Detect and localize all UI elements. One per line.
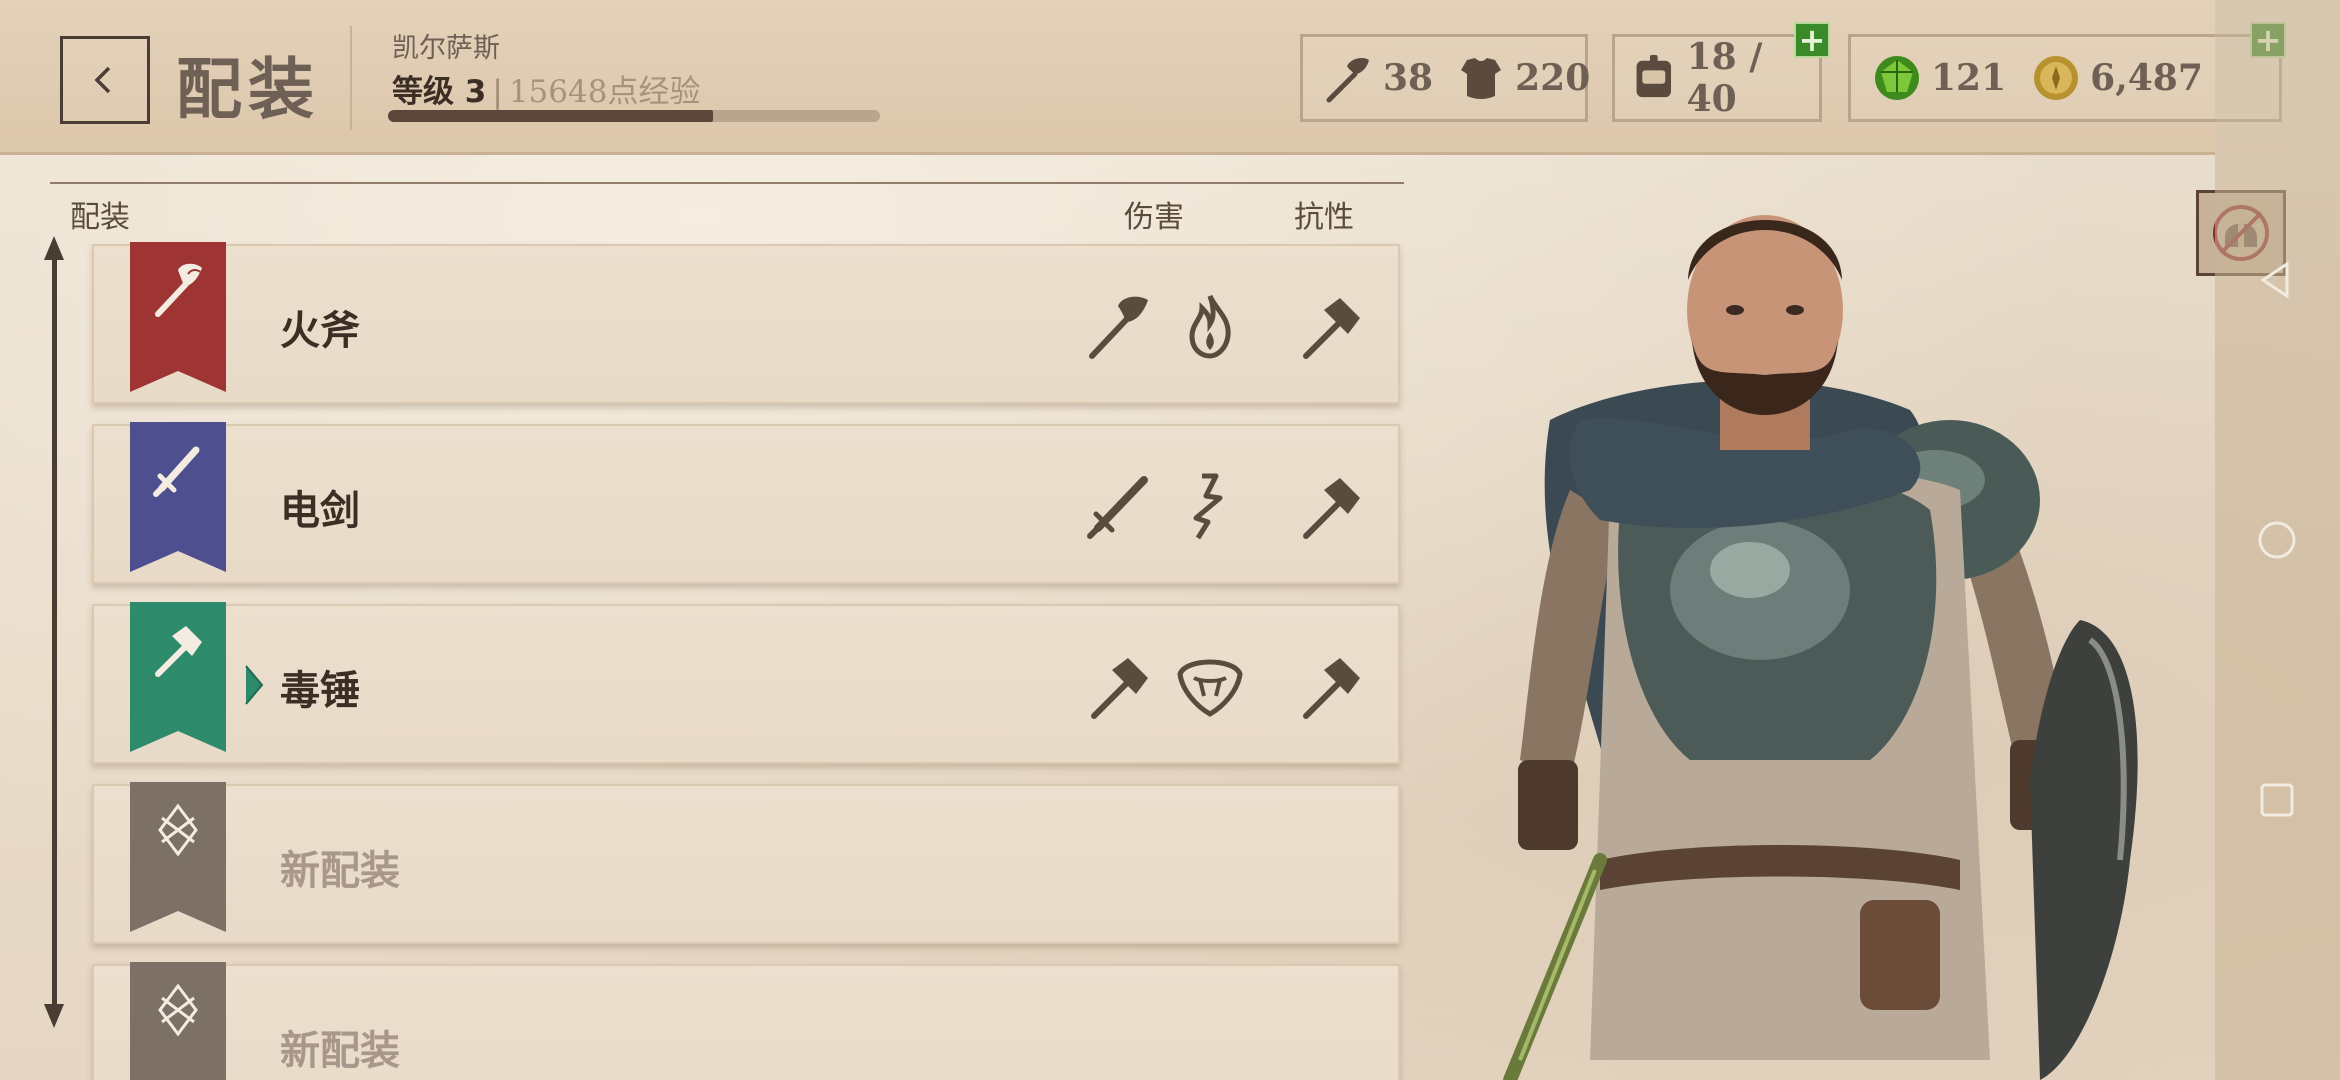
poison-icon: [1177, 659, 1243, 717]
xp-progress-fill: [388, 110, 713, 122]
loadout-name: 毒锤: [280, 668, 360, 714]
empty-slot-icon: [158, 803, 198, 857]
level-separator: |: [492, 74, 503, 110]
gold-coin-icon: [2034, 56, 2079, 100]
hammer-icon: [1091, 658, 1148, 719]
column-header-damage: 伤害: [1124, 200, 1184, 235]
armor-count-value: 220: [1515, 57, 1591, 99]
gems-count: 121: [1869, 50, 2006, 106]
back-button[interactable]: [60, 36, 150, 124]
scroll-down-arrow[interactable]: [44, 1004, 64, 1028]
hammer-icon: [155, 626, 202, 677]
lightning-icon: [1193, 473, 1223, 540]
gem-icon: [1875, 56, 1919, 100]
column-header-loadout: 配装: [70, 200, 130, 235]
hammer-icon: [1303, 298, 1360, 359]
loadout-banner: [130, 422, 226, 572]
backpack-icon: [1636, 55, 1672, 98]
loadout-name: 新配装: [280, 848, 400, 894]
axe-icon: [155, 263, 202, 317]
loadout-banner: [130, 962, 226, 1080]
inventory-capacity: 18 / 40: [1627, 36, 1819, 120]
loadout-row-lightning-sword[interactable]: 电剑: [92, 422, 1400, 584]
loadout-banner: [130, 782, 226, 932]
selected-marker-icon: [245, 665, 264, 705]
xp-progress-bar: [388, 110, 880, 122]
loadout-row-fire-axe[interactable]: 火斧: [92, 242, 1400, 404]
gold-count: 6,487: [2028, 50, 2203, 106]
weapons-armor-count-box[interactable]: 38 220: [1300, 34, 1590, 122]
header-bar: 配装 凯尔萨斯 等级 3 | 15648点经验 38 220 18 / 40 +…: [0, 0, 2286, 155]
nav-home-button[interactable]: [2237, 500, 2317, 580]
gold-count-value: 6,487: [2090, 57, 2203, 99]
gems-count-value: 121: [1931, 57, 2007, 99]
armor-count: 220: [1453, 50, 1590, 106]
square-recents-icon: [2260, 783, 2294, 817]
weapons-count: 38: [1321, 50, 1433, 106]
xp-text: 15648点经验: [508, 74, 701, 110]
level-line: 等级 3 | 15648点经验: [392, 66, 700, 111]
hammer-icon: [1303, 478, 1360, 539]
loadout-row-new-2[interactable]: 新配装: [92, 962, 1400, 1080]
loadout-name: 新配装: [280, 1028, 400, 1074]
page-title: 配装: [176, 51, 320, 128]
character-name: 凯尔萨斯: [392, 33, 500, 64]
loadout-banner: [130, 242, 226, 392]
axe-icon: [1089, 296, 1148, 359]
sword-icon: [1087, 476, 1148, 539]
column-header-resist: 抗性: [1294, 200, 1354, 235]
inventory-add-button[interactable]: +: [1794, 22, 1830, 58]
armor-icon: [1461, 58, 1502, 99]
weapons-count-value: 38: [1383, 57, 1434, 99]
system-navigation-bar: [2215, 0, 2340, 1080]
nav-recents-button[interactable]: [2237, 760, 2317, 840]
nav-back-button[interactable]: [2237, 240, 2317, 320]
loadout-name: 火斧: [280, 308, 360, 354]
loadout-banner: [130, 602, 226, 752]
empty-slot-icon: [158, 983, 198, 1037]
hammer-icon: [1303, 658, 1360, 719]
chevron-left-icon: [94, 66, 111, 94]
level-text: 等级 3: [392, 74, 487, 110]
axe-icon: [1326, 58, 1369, 103]
title-divider: [350, 26, 352, 130]
character-model[interactable]: [1430, 160, 2220, 1080]
loadout-row-poison-hammer[interactable]: 毒锤: [92, 602, 1400, 764]
triangle-back-icon: [2260, 261, 2289, 299]
loadout-row-new-1[interactable]: 新配装: [92, 782, 1400, 944]
loadout-name: 电剑: [280, 488, 360, 534]
list-scrollbar[interactable]: [52, 250, 57, 1015]
fire-icon: [1189, 294, 1231, 359]
inventory-capacity-box[interactable]: 18 / 40: [1612, 34, 1822, 122]
sword-icon: [153, 446, 200, 497]
list-top-divider: [50, 182, 1404, 184]
circle-home-icon: [2258, 521, 2296, 559]
